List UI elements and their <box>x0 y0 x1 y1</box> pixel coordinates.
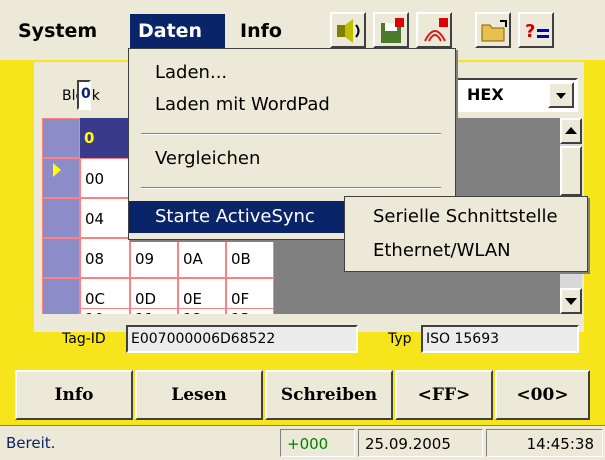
activesync-submenu: Serielle Schnittstelle Ethernet/WLAN <box>344 196 588 272</box>
svg-text:?: ? <box>525 21 535 42</box>
antenna-write-icon <box>424 18 448 42</box>
status-counter: +000 <box>280 429 355 457</box>
speaker-reader-button[interactable] <box>330 12 366 48</box>
row-header <box>42 278 80 314</box>
row-header <box>42 198 80 238</box>
menu-separator <box>141 133 441 135</box>
menu-separator <box>141 187 441 189</box>
help-button[interactable]: ? <box>518 12 554 48</box>
menu-info[interactable]: Info <box>232 14 302 48</box>
grid-cell[interactable]: 0A <box>178 238 226 278</box>
row-pointer <box>42 158 80 198</box>
menu-item-vergleichen[interactable]: Vergleichen <box>129 143 455 175</box>
type-field[interactable]: ISO 15693 <box>421 325 579 353</box>
chevron-down-icon[interactable] <box>548 82 574 108</box>
grid-cell[interactable]: 12 <box>178 308 226 314</box>
tag-id-label: Tag-ID <box>62 331 106 347</box>
read-button[interactable]: Lesen <box>135 370 263 420</box>
write-button[interactable]: Schreiben <box>265 370 393 420</box>
grid-cell[interactable]: 09 <box>130 238 178 278</box>
antenna-write-button[interactable] <box>416 12 452 48</box>
status-message: Bereit. <box>6 434 56 452</box>
format-select-value: HEX <box>467 85 504 104</box>
status-bar: Bereit. +000 25.09.2005 14:45:38 <box>0 425 605 460</box>
open-folder-icon <box>481 20 507 42</box>
scroll-down-button[interactable] <box>560 288 582 314</box>
save-disk-icon <box>381 18 404 43</box>
menu-item-laden[interactable]: Laden... <box>129 57 455 89</box>
submenu-item-ethernet[interactable]: Ethernet/WLAN <box>345 235 587 267</box>
grid-cell[interactable]: 13 <box>226 308 274 314</box>
row-pointer-icon <box>53 163 61 177</box>
speaker-reader-icon <box>337 19 360 43</box>
grid-cell[interactable]: 10 <box>80 308 130 314</box>
grid-cell[interactable]: 04 <box>80 198 130 238</box>
fill-00-button[interactable]: <00> <box>495 370 590 420</box>
grid-cell[interactable]: 08 <box>80 238 130 278</box>
status-time: 14:45:38 <box>486 429 603 457</box>
scroll-thumb[interactable] <box>560 146 582 196</box>
help-icon: ? <box>525 21 549 42</box>
tag-id-field[interactable]: E007000006D68522 <box>126 325 358 353</box>
format-select[interactable]: HEX <box>455 78 578 112</box>
menu-item-laden-wordpad[interactable]: Laden mit WordPad <box>129 89 455 121</box>
grid-cell[interactable]: 00 <box>80 158 130 198</box>
grid-header-cell: 0 <box>80 118 130 158</box>
row-header <box>42 238 80 278</box>
scroll-up-button[interactable] <box>560 118 582 144</box>
info-button[interactable]: Info <box>15 370 133 420</box>
submenu-item-serial[interactable]: Serielle Schnittstelle <box>345 201 587 233</box>
status-date: 25.09.2005 <box>358 429 483 457</box>
menu-system[interactable]: System <box>10 14 125 48</box>
grid-cell[interactable]: 0B <box>226 238 274 278</box>
fill-ff-button[interactable]: <FF> <box>395 370 493 420</box>
grid-corner <box>42 118 80 158</box>
save-disk-button[interactable] <box>373 12 409 48</box>
grid-cell[interactable]: 11 <box>130 308 178 314</box>
block-field[interactable]: 0 <box>77 80 91 110</box>
menu-daten[interactable]: Daten <box>130 14 225 48</box>
type-label: Typ <box>388 331 412 347</box>
open-folder-button[interactable] <box>475 12 511 48</box>
